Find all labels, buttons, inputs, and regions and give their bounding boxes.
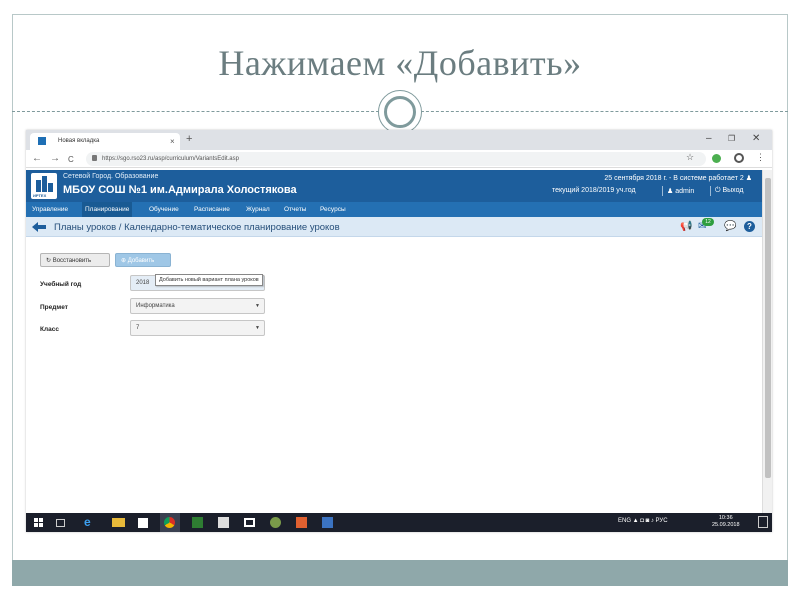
notifications-icon[interactable] <box>758 516 768 528</box>
extension-icon[interactable] <box>712 154 721 163</box>
main-menu: Управление Планирование Обучение Расписа… <box>26 202 762 217</box>
tab-strip: Новая вкладка × + – ❐ ✕ <box>26 130 772 150</box>
url-text: https://sgo.rso23.ru/asp/curriculum/Vari… <box>102 156 239 162</box>
divider-ornament-inner <box>384 96 416 128</box>
subject-value: Информатика <box>136 303 175 309</box>
taskbar-clock[interactable]: 10:36 25.09.2018 <box>712 515 740 529</box>
header-separator <box>662 186 663 196</box>
reload-button[interactable]: C <box>68 153 74 166</box>
system-name: Сетевой Город. Образование <box>63 173 159 180</box>
task-view-icon[interactable] <box>56 519 65 527</box>
plus-circle-icon: ⊕ <box>121 258 128 264</box>
profile-icon[interactable] <box>734 153 744 163</box>
tray-icons: ENG ▲ ◘ ◙ ♪ РУС <box>618 518 668 524</box>
restore-label: Восстановить <box>52 258 92 264</box>
year-value: 2018 <box>136 280 150 286</box>
add-label: Добавить <box>127 258 155 264</box>
paint-icon[interactable] <box>270 517 281 528</box>
class-select[interactable]: 7 ▼ <box>130 320 265 336</box>
close-window-button[interactable]: ✕ <box>752 133 760 145</box>
clock-date: 25.09.2018 <box>712 522 740 528</box>
bookmark-star-icon[interactable]: ☆ <box>686 152 694 163</box>
date-status-text: 25 сентября 2018 г. - В системе работает… <box>604 175 744 182</box>
class-value: 7 <box>136 325 140 331</box>
page-scrollbar[interactable] <box>762 170 772 513</box>
user-menu[interactable]: ♟ admin <box>667 187 694 195</box>
header-separator <box>710 186 711 196</box>
chevron-down-icon: ▼ <box>255 303 260 309</box>
new-tab-button[interactable]: + <box>186 134 192 145</box>
breadcrumb: Планы уроков / Календарно-тематическое п… <box>54 222 340 233</box>
edge-icon[interactable]: e <box>84 516 97 529</box>
subject-label: Предмет <box>40 304 68 311</box>
windows-start-icon[interactable] <box>32 516 45 529</box>
site-header: ИРТЕХ Сетевой Город. Образование МБОУ СО… <box>26 170 762 202</box>
slide-title: Нажимаем «Добавить» <box>218 43 582 83</box>
help-icon[interactable]: ? <box>744 221 755 232</box>
restore-button[interactable]: ↻ Восстановить <box>40 253 110 267</box>
mail-app-icon[interactable] <box>244 518 255 527</box>
menu-item-planirovanie[interactable]: Планирование <box>82 202 133 217</box>
add-button[interactable]: ⊕ Добавить <box>115 253 171 267</box>
minimize-button[interactable]: – <box>706 133 712 145</box>
date-status: 25 сентября 2018 г. - В системе работает… <box>604 174 752 182</box>
windows-taskbar: e ENG ▲ ◘ ◙ ♪ РУС 10:36 25.09.2018 <box>26 513 772 532</box>
logout-link[interactable]: ⏻ Выход <box>715 187 743 195</box>
menu-item-otchety[interactable]: Отчеты <box>284 202 306 217</box>
notes-icon[interactable] <box>218 517 229 528</box>
browser-menu-icon[interactable]: ⋮ <box>756 152 765 163</box>
logo-text: ИРТЕХ <box>33 193 47 198</box>
browser-screenshot: Новая вкладка × + – ❐ ✕ ← → C https://sg… <box>26 130 772 532</box>
user-icon: ♟ <box>745 175 752 182</box>
class-label: Класс <box>40 326 59 333</box>
clock-time: 10:36 <box>718 515 733 521</box>
scrollbar-thumb[interactable] <box>765 178 771 478</box>
forward-button[interactable]: → <box>50 152 60 165</box>
menu-item-zhurnal[interactable]: Журнал <box>246 202 270 217</box>
menu-item-obuchenie[interactable]: Обучение <box>149 202 179 217</box>
menu-item-upravlenie[interactable]: Управление <box>32 202 68 217</box>
restore-icon: ↻ <box>46 258 53 264</box>
menu-item-resursy[interactable]: Ресурсы <box>320 202 346 217</box>
back-button[interactable]: ← <box>32 152 42 165</box>
chevron-down-icon: ▼ <box>255 325 260 331</box>
slide-footer-band <box>12 560 788 586</box>
address-bar-row: ← → C https://sgo.rso23.ru/asp/curriculu… <box>26 150 772 168</box>
messages-badge: 12 <box>702 218 714 226</box>
user-icon: ♟ <box>667 188 676 195</box>
logo-bar <box>42 176 47 192</box>
lock-icon <box>92 155 97 161</box>
breadcrumb-bar: Планы уроков / Календарно-тематическое п… <box>26 217 762 237</box>
store-icon[interactable] <box>138 518 148 528</box>
excel-icon[interactable] <box>192 517 203 528</box>
site-logo[interactable]: ИРТЕХ <box>31 173 57 199</box>
menu-item-raspisanie[interactable]: Расписание <box>194 202 230 217</box>
slide: Нажимаем «Добавить» Новая вкладка × + – … <box>0 0 800 600</box>
current-year[interactable]: текущий 2018/2019 уч.год <box>552 187 636 194</box>
year-label: Учебный год <box>40 281 82 288</box>
announcement-icon[interactable]: 📢 <box>680 220 692 234</box>
browser-tab[interactable]: Новая вкладка × <box>30 133 180 150</box>
add-tooltip: Добавить новый вариант плана уроков <box>155 274 263 286</box>
logo-bar <box>36 180 41 192</box>
logo-bar <box>48 183 53 192</box>
chrome-icon <box>164 517 175 528</box>
back-arrow-icon[interactable] <box>32 222 46 232</box>
tab-close-icon[interactable]: × <box>170 137 175 146</box>
chat-icon[interactable]: 💬 <box>724 220 736 234</box>
powerpoint-icon[interactable] <box>296 517 307 528</box>
subject-select[interactable]: Информатика ▼ <box>130 298 265 314</box>
chrome-taskbar-slot[interactable] <box>160 513 180 532</box>
tab-title: Новая вкладка <box>58 138 100 144</box>
url-input[interactable]: https://sgo.rso23.ru/asp/curriculum/Vari… <box>86 152 706 166</box>
word-icon[interactable] <box>322 517 333 528</box>
file-explorer-icon[interactable] <box>112 518 125 527</box>
school-name: МБОУ СОШ №1 им.Адмирала Холостякова <box>63 184 297 196</box>
logout-label: Выход <box>722 187 744 194</box>
tab-favicon-icon <box>38 137 46 145</box>
user-name: admin <box>675 188 695 195</box>
system-tray[interactable]: ENG ▲ ◘ ◙ ♪ РУС <box>618 518 668 524</box>
restore-button[interactable]: ❐ <box>728 133 735 145</box>
